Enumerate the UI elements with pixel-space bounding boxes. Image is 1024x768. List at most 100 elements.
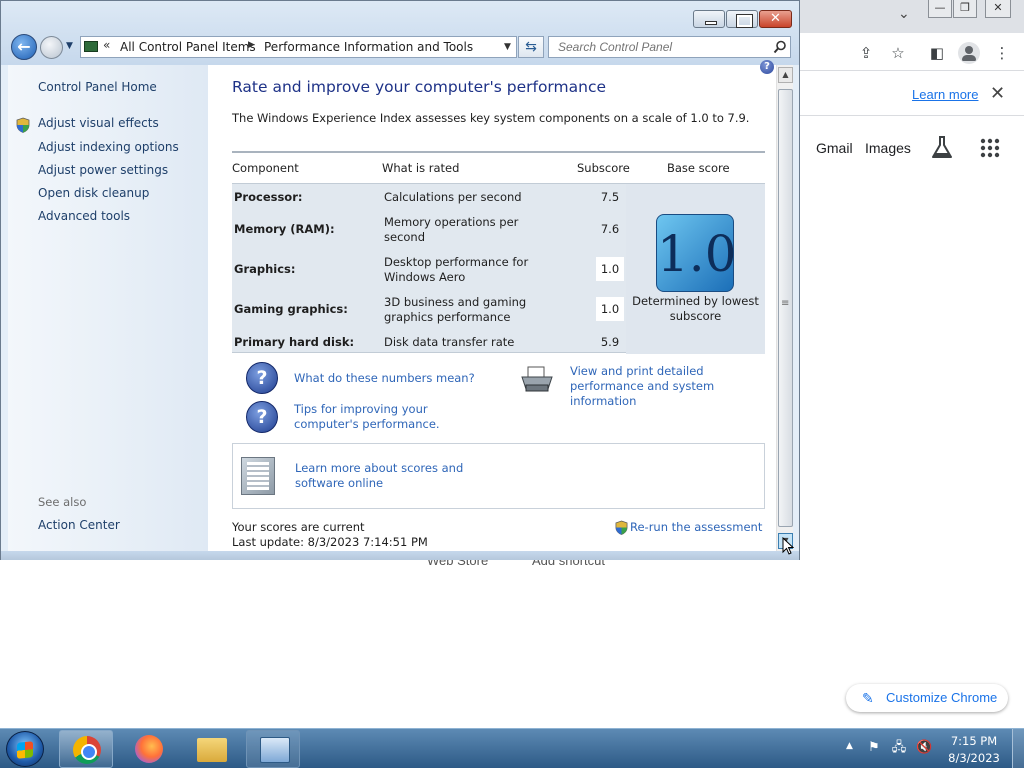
see-also-label: See also — [38, 495, 87, 509]
adjust-power-settings-link[interactable]: Adjust power settings — [38, 163, 168, 177]
header-component: Component — [232, 161, 299, 175]
action-center-flag-icon[interactable]: ⚑ — [866, 740, 882, 756]
search-icon[interactable] — [773, 40, 787, 54]
pencil-icon: ✎ — [862, 690, 874, 706]
scores-status: Your scores are current Last update: 8/3… — [232, 520, 428, 550]
table-body: Processor: Calculations per second 7.5 M… — [232, 183, 765, 354]
left-navigation-pane: Control Panel Home Adjust visual effects… — [8, 65, 208, 551]
learn-more-link[interactable]: Learn more — [912, 87, 978, 102]
help-icon[interactable]: ? — [760, 60, 774, 74]
component-name: Processor: — [234, 190, 303, 204]
subscore-value: 1.0 — [596, 257, 624, 281]
header-base-score: Base score — [667, 161, 730, 175]
images-link[interactable]: Images — [865, 140, 911, 156]
start-button[interactable] — [6, 731, 44, 767]
help-question-icon: ? — [246, 362, 278, 394]
taskbar-firefox-button[interactable] — [122, 730, 176, 768]
rated-description: Memory operations per second — [384, 215, 519, 244]
improve-performance-tips-link[interactable]: Tips for improving your computer's perfo… — [294, 402, 494, 432]
breadcrumb-all-items[interactable]: All Control Panel Items — [120, 40, 256, 54]
taskbar-chrome-button[interactable] — [59, 730, 113, 768]
chrome-minimize-button[interactable]: — — [928, 0, 952, 18]
uac-shield-icon — [615, 520, 628, 535]
base-score-badge: 1.0 — [656, 214, 737, 292]
taskbar: ▲ ⚑ 🖧 🔇 7:15 PM 8/3/2023 — [0, 728, 1024, 768]
advanced-tools-link[interactable]: Advanced tools — [38, 209, 130, 223]
customize-chrome-button[interactable]: ✎ Customize Chrome — [846, 684, 1008, 712]
taskbar-control-panel-button[interactable] — [246, 730, 300, 768]
clock-date[interactable]: 8/3/2023 — [940, 751, 1008, 765]
intro-text: The Windows Experience Index assesses ke… — [232, 111, 750, 125]
chrome-restore-button[interactable]: ❐ — [953, 0, 977, 18]
rated-description: Desktop performance for Windows Aero — [384, 255, 529, 284]
component-name: Graphics: — [234, 262, 296, 276]
scroll-up-arrow-icon[interactable]: ▲ — [778, 67, 793, 83]
breadcrumb-current[interactable]: Performance Information and Tools — [264, 40, 473, 54]
share-icon[interactable]: ⇪ — [856, 43, 876, 63]
rated-description: 3D business and gaming graphics performa… — [384, 295, 527, 324]
maximize-button[interactable] — [726, 10, 758, 28]
base-score-value: 1.0 — [657, 225, 737, 283]
rated-description: Calculations per second — [384, 190, 522, 204]
learn-more-box: Learn more about scores and software onl… — [232, 443, 765, 509]
learn-more-scores-link[interactable]: Learn more about scores and software onl… — [295, 461, 465, 491]
back-button[interactable]: ← — [11, 34, 37, 60]
software-box-icon — [241, 457, 275, 495]
chrome-close-button[interactable]: ✕ — [985, 0, 1011, 18]
network-icon[interactable]: 🖧 — [891, 740, 907, 756]
minimize-button[interactable] — [693, 10, 725, 28]
rerun-assessment-label: Re-run the assessment — [630, 520, 763, 534]
profile-avatar[interactable] — [958, 42, 980, 64]
folder-icon — [197, 738, 227, 762]
vertical-scrollbar[interactable]: ▲ ▼ — [776, 65, 793, 551]
subscore-value: 5.9 — [600, 335, 620, 349]
infobar-close-icon[interactable]: ✕ — [990, 83, 1005, 104]
scores-current-text: Your scores are current — [232, 520, 365, 534]
show-desktop-button[interactable] — [1012, 729, 1024, 768]
base-score-box: 1.0 Determined by lowest subscore — [626, 184, 765, 354]
refresh-button[interactable]: ⇆ — [518, 36, 544, 58]
breadcrumb-arrow-icon[interactable]: ▶ — [248, 40, 255, 50]
recent-pages-chevron-icon[interactable]: ▼ — [66, 41, 73, 51]
last-update-text: Last update: 8/3/2023 7:14:51 PM — [232, 535, 428, 549]
header-subscore: Subscore — [577, 161, 630, 175]
rerun-assessment-link[interactable]: Re-run the assessment — [615, 520, 763, 535]
star-icon[interactable]: ☆ — [888, 43, 908, 63]
side-panel-icon[interactable]: ◧ — [927, 43, 947, 63]
scroll-thumb[interactable] — [778, 89, 793, 527]
address-bar[interactable]: « All Control Panel Items ▶ Performance … — [80, 36, 517, 58]
adjust-indexing-options-link[interactable]: Adjust indexing options — [38, 140, 179, 154]
subscore-value: 7.6 — [600, 222, 620, 236]
subscore-value: 7.5 — [600, 190, 620, 204]
tab-search-chevron-icon[interactable]: ⌄ — [898, 6, 910, 22]
gmail-link[interactable]: Gmail — [816, 140, 853, 156]
address-dropdown-icon[interactable]: ▼ — [504, 42, 511, 52]
adjust-visual-effects-link[interactable]: Adjust visual effects — [38, 116, 159, 130]
kebab-menu-icon[interactable]: ⋮ — [992, 43, 1012, 63]
breadcrumb-overflow-icon[interactable]: « — [103, 38, 110, 52]
show-hidden-icons-icon[interactable]: ▲ — [846, 741, 853, 751]
control-panel-home-link[interactable]: Control Panel Home — [38, 80, 157, 94]
help-question-icon: ? — [246, 401, 278, 433]
rated-description: Disk data transfer rate — [384, 335, 515, 349]
what-numbers-mean-link[interactable]: What do these numbers mean? — [294, 371, 475, 386]
component-name: Primary hard disk: — [234, 335, 355, 349]
performance-info-window: ✕ ← ▼ « All Control Panel Items ▶ Perfor… — [0, 0, 800, 560]
action-center-link[interactable]: Action Center — [38, 518, 120, 532]
taskbar-explorer-button[interactable] — [184, 730, 238, 768]
control-panel-folder-icon — [84, 41, 98, 52]
labs-flask-icon[interactable] — [930, 135, 954, 161]
open-disk-cleanup-link[interactable]: Open disk cleanup — [38, 186, 149, 200]
page-title: Rate and improve your computer's perform… — [232, 78, 607, 96]
forward-button[interactable] — [40, 36, 63, 59]
apps-grid-icon[interactable] — [980, 138, 1000, 158]
view-print-details-link[interactable]: View and print detailed performance and … — [570, 364, 770, 409]
chrome-icon — [73, 736, 101, 764]
customize-chrome-label: Customize Chrome — [886, 690, 998, 705]
clock-time[interactable]: 7:15 PM — [940, 734, 1008, 748]
close-button[interactable]: ✕ — [759, 10, 792, 28]
mouse-cursor-icon — [782, 537, 794, 555]
firefox-icon — [135, 735, 163, 763]
volume-muted-icon[interactable]: 🔇 — [916, 740, 932, 756]
search-input[interactable] — [548, 36, 791, 58]
